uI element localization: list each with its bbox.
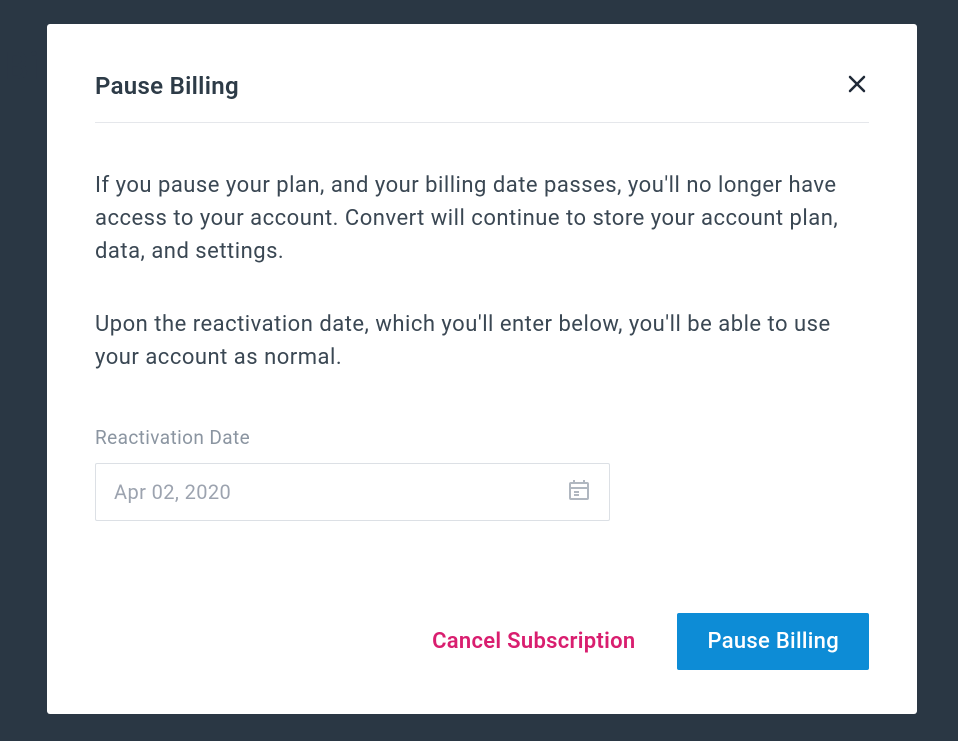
pause-billing-button[interactable]: Pause Billing xyxy=(677,613,869,670)
reactivation-date-field-wrapper xyxy=(95,463,610,521)
close-button[interactable] xyxy=(845,72,869,96)
modal-description-1: If you pause your plan, and your billing… xyxy=(95,169,869,268)
modal-header: Pause Billing xyxy=(95,72,869,123)
modal-description-2: Upon the reactivation date, which you'll… xyxy=(95,308,869,374)
close-icon xyxy=(845,72,869,96)
backdrop-page-title: Bi xyxy=(5,45,39,89)
modal-body: If you pause your plan, and your billing… xyxy=(95,123,869,521)
modal-footer: Cancel Subscription Pause Billing xyxy=(432,613,869,670)
modal-title: Pause Billing xyxy=(95,72,239,100)
reactivation-date-input[interactable] xyxy=(96,464,609,520)
reactivation-date-label: Reactivation Date xyxy=(95,426,869,449)
pause-billing-modal: Pause Billing If you pause your plan, an… xyxy=(47,24,917,714)
calendar-icon[interactable] xyxy=(567,478,591,506)
cancel-subscription-button[interactable]: Cancel Subscription xyxy=(432,629,635,654)
